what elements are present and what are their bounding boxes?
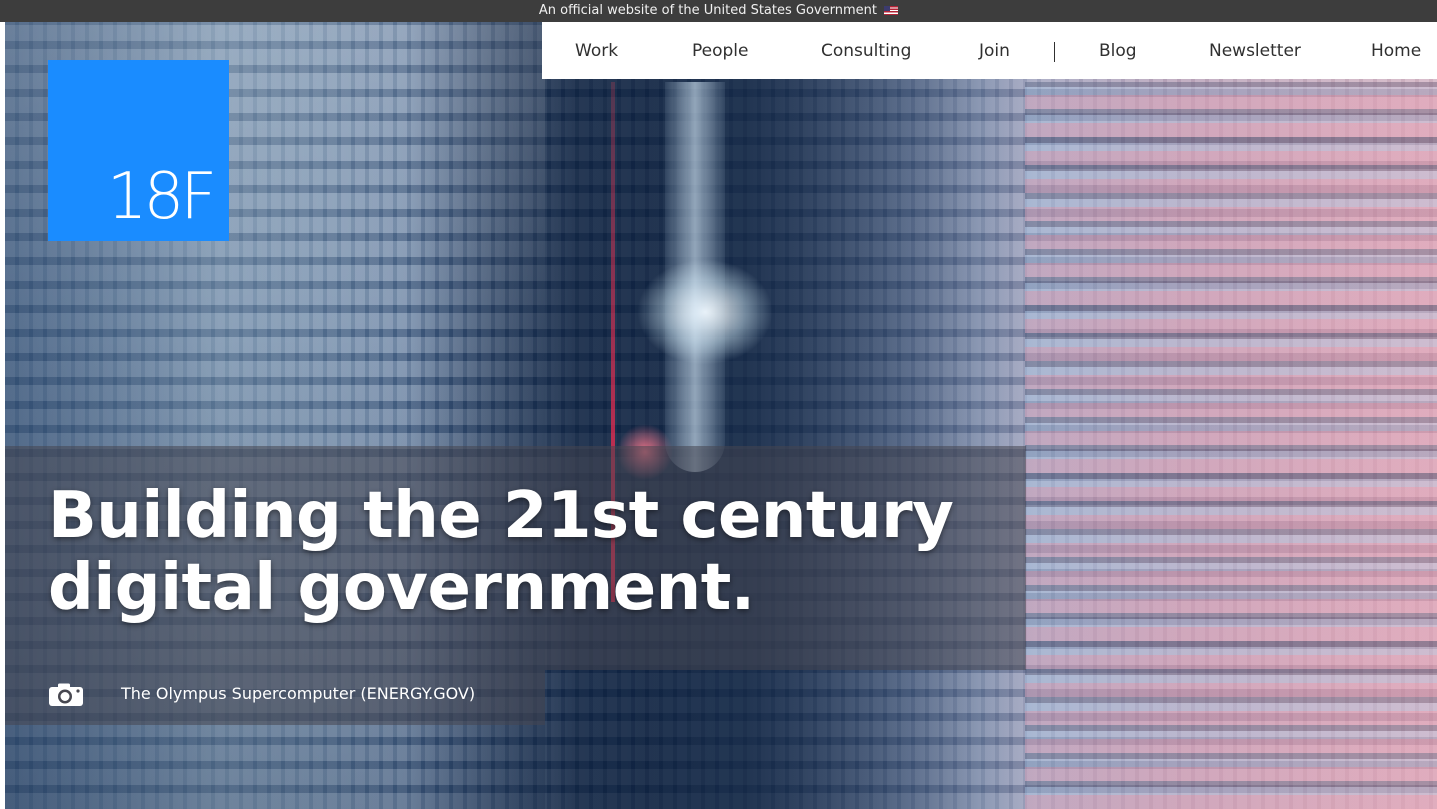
nav-item-work[interactable]: Work <box>575 22 618 79</box>
nav-item-people[interactable]: People <box>692 22 748 79</box>
nav-item-newsletter[interactable]: Newsletter <box>1209 22 1301 79</box>
gov-banner: An official website of the United States… <box>0 0 1437 22</box>
18f-logo[interactable]: 18F <box>48 60 229 241</box>
nav-item-consulting[interactable]: Consulting <box>821 22 911 79</box>
nav-separator <box>1054 42 1055 62</box>
server-rack-right <box>1025 82 1437 809</box>
center-pipe <box>665 82 725 472</box>
gov-banner-text: An official website of the United States… <box>538 3 877 18</box>
us-flag-icon <box>884 6 899 15</box>
nav-item-join[interactable]: Join <box>979 22 1010 79</box>
photo-caption: The Olympus Supercomputer (ENERGY.GOV) <box>121 684 476 703</box>
headline-line-1: Building the 21st century <box>48 479 954 553</box>
nav-item-home[interactable]: Home <box>1371 22 1421 79</box>
nav-item-blog[interactable]: Blog <box>1099 22 1137 79</box>
main-nav: Work People Consulting Join Blog Newslet… <box>542 22 1437 79</box>
headline-line-2: digital government. <box>48 551 755 625</box>
camera-icon <box>49 683 83 706</box>
page-headline: Building the 21st century digital govern… <box>48 480 1008 624</box>
